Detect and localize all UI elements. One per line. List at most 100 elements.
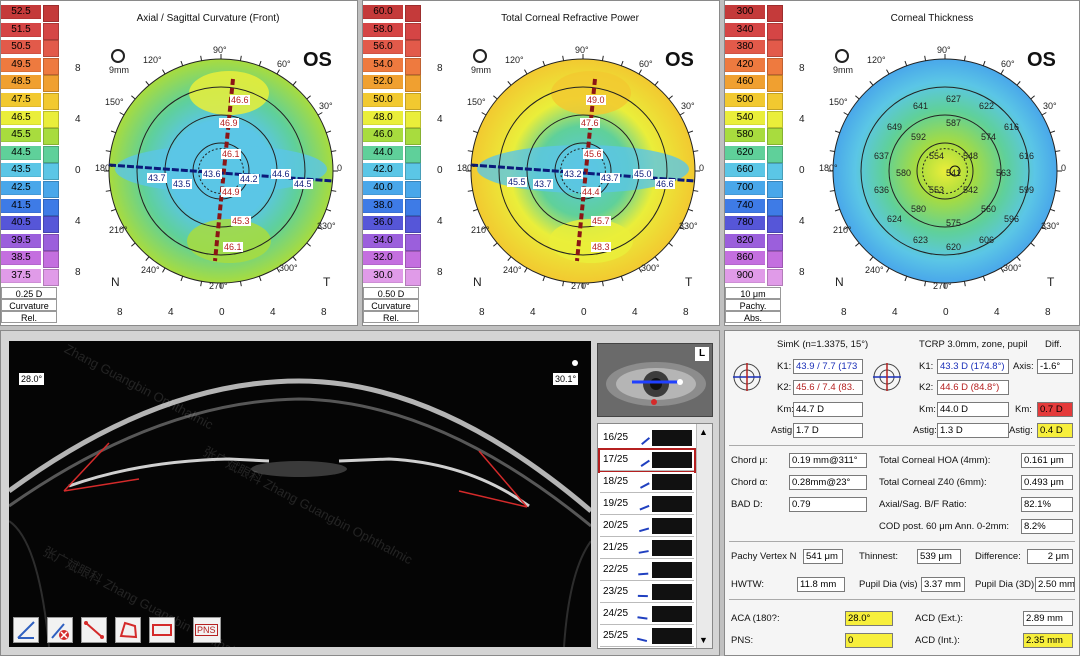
scale-cell: 340 — [725, 22, 765, 37]
scale-type[interactable]: Curvature — [363, 299, 419, 311]
scale-cell: 780 — [725, 216, 765, 231]
degree-tick — [668, 242, 673, 247]
scale-step[interactable]: 0.25 D — [1, 287, 57, 299]
scale-cell: 380 — [725, 40, 765, 55]
degree-label: 90° — [937, 45, 951, 55]
tcrp-k2-field: 44.6 D (84.8°) — [937, 380, 1009, 395]
slice-list-item[interactable]: 23/25 — [600, 582, 694, 603]
scale-cell: 30.0 — [363, 269, 403, 283]
degree-label: 120° — [867, 55, 886, 65]
slice-thumbnail — [652, 518, 692, 534]
scale-mode[interactable]: Abs. — [725, 311, 781, 323]
slice-list-item[interactable]: 19/25 — [600, 494, 694, 515]
slice-list-item[interactable]: 22/25 — [600, 560, 694, 581]
thinnest-label: Thinnest: — [859, 551, 899, 562]
divider — [729, 541, 1075, 542]
scale-swatch — [767, 198, 783, 216]
app-window: 52.5 51.5 50.5 49.5 48.5 47.5 46.5 45.5 44.5 43.5… — [0, 0, 1080, 656]
slice-list-item[interactable]: 17/25 — [598, 448, 696, 473]
slice-thumbnail — [652, 540, 692, 556]
slice-list-item[interactable]: 21/25 — [600, 538, 694, 559]
slice-list-item[interactable]: 16/25 — [600, 428, 694, 449]
y-axis-tick: 4 — [437, 216, 443, 227]
degree-label: 60° — [1001, 59, 1015, 69]
degree-tick — [1050, 130, 1056, 134]
scale-swatch — [767, 110, 783, 128]
scroll-up-icon[interactable]: ▲ — [699, 427, 708, 437]
angle-left-label: 28.0° — [19, 373, 45, 385]
simk-astig-field: 1.7 D — [793, 423, 863, 438]
slice-direction-icon — [637, 542, 649, 554]
distance-tool-button[interactable] — [149, 617, 175, 643]
degree-tick — [843, 112, 849, 116]
degree-label: 210° — [833, 225, 852, 235]
pns-tool-button[interactable]: PNS — [193, 617, 221, 643]
map-value-label: 627 — [946, 94, 962, 104]
slice-thumbnail — [652, 606, 692, 622]
degree-label: 180° — [457, 163, 476, 173]
chord-alpha-label: Chord α: — [731, 477, 768, 488]
slice-direction-icon — [635, 430, 651, 446]
scale-swatch — [405, 75, 421, 93]
line-tool-button[interactable] — [81, 617, 107, 643]
scale-swatch — [405, 40, 421, 58]
scroll-down-icon[interactable]: ▼ — [699, 635, 708, 645]
scale-step[interactable]: 10 μm — [725, 287, 781, 299]
cod-label: COD post. 60 μm Ann. 0-2mm: — [879, 521, 1010, 532]
x-axis-tick: 4 — [892, 307, 898, 318]
degree-tick — [239, 281, 242, 287]
scale-swatch — [43, 216, 59, 234]
degree-tick — [869, 256, 874, 261]
degree-tick — [326, 130, 332, 134]
angle-tool-button[interactable] — [13, 617, 39, 643]
scheimpflug-image[interactable]: 28.0° 30.1° Zhang Guangbin Ophthalmic 张广… — [9, 341, 591, 647]
map-value-label: 596 — [1004, 214, 1020, 224]
degree-tick — [1016, 256, 1021, 261]
scale-type[interactable]: Pachy. — [725, 299, 781, 311]
tcrp-k2-label: K2: — [919, 382, 934, 393]
scale-step[interactable]: 0.50 D — [363, 287, 419, 299]
scale-mode[interactable]: Rel. — [1, 311, 57, 323]
diff-km-label: Km: — [1015, 404, 1032, 415]
scale-swatch — [767, 75, 783, 93]
scale-type[interactable]: Curvature — [1, 299, 57, 311]
line-icon — [84, 621, 104, 639]
hoa-field: 0.161 μm — [1021, 453, 1073, 468]
slice-list-item[interactable]: 20/25 — [600, 516, 694, 537]
scale-cell: 38.5 — [1, 251, 41, 266]
map-value-label: 43.7 — [533, 179, 553, 189]
slice-label: 24/25 — [603, 608, 629, 619]
y-axis-tick: 0 — [799, 165, 805, 176]
slice-direction-icon — [636, 497, 650, 511]
scale-mode[interactable]: Rel. — [363, 311, 419, 323]
scale-cell: 38.0 — [363, 198, 403, 213]
map-value-label: 574 — [981, 132, 997, 142]
degree-tick — [904, 60, 908, 66]
x-axis-tick: 4 — [270, 307, 276, 318]
slice-list-item[interactable]: 18/25 — [600, 472, 694, 493]
degree-label: 180° — [819, 163, 838, 173]
polygon-tool-button[interactable] — [115, 617, 141, 643]
map-value-label: 45.6 — [583, 149, 603, 159]
z40-label: Total Corneal Z40 (6mm): — [879, 477, 987, 488]
diff-astig-label: Astig: — [1009, 425, 1033, 436]
scale-swatch — [43, 251, 59, 269]
degree-tick — [855, 242, 860, 247]
map-value-label: 43.2 — [563, 169, 583, 179]
erase-tool-button[interactable] — [47, 617, 73, 643]
angle-icon — [17, 621, 35, 639]
tcrp-km-field: 44.0 D — [937, 402, 1009, 417]
scrollbar[interactable]: ▲ ▼ — [696, 424, 712, 648]
degree-label: 120° — [505, 55, 524, 65]
slice-list-item[interactable]: 24/25 — [600, 604, 694, 625]
eye-thumbnail[interactable]: L — [597, 343, 713, 417]
slice-list[interactable]: 16/25 17/25 18/25 19/25 20/25 21/25 22/25 23/25… — [597, 423, 713, 649]
pupil-3d-field: 2.50 mm — [1035, 577, 1075, 592]
scale-cell: 540 — [725, 110, 765, 125]
scale-swatch — [405, 145, 421, 163]
tcrp-k1-field: 43.3 D (174.8°) — [937, 359, 1009, 374]
tcrp-astig-label: Astig: — [913, 425, 937, 436]
slice-list-item[interactable]: 25/25 — [600, 626, 694, 647]
scale-cell: 45.5 — [1, 128, 41, 143]
x-axis-tick: 8 — [1045, 307, 1051, 318]
